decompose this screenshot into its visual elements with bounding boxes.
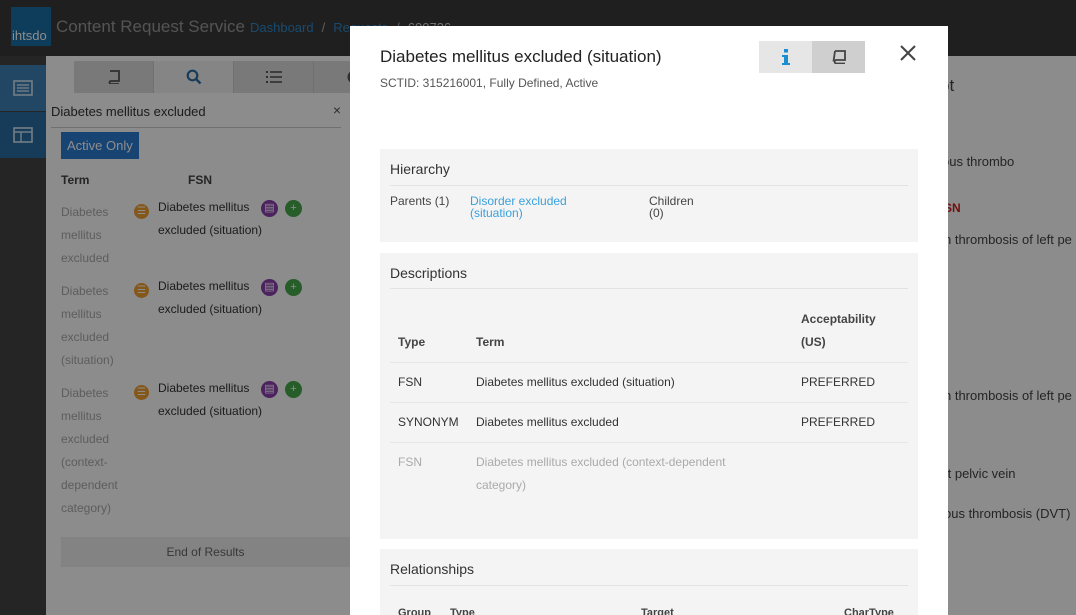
column-header-type: Type [398,335,426,349]
relationships-section: Relationships Group Type Target CharType [380,549,918,615]
modal-subtitle: SCTID: 315216001, Fully Defined, Active [380,76,599,90]
details-view-button[interactable] [759,41,812,73]
column-header-target: Target [641,607,674,615]
description-acceptability: PREFERRED [801,415,876,429]
book-icon [832,50,846,64]
column-header-type: Type [450,607,475,615]
divider [390,288,908,289]
description-type: SYNONYM [398,415,459,429]
description-term: Diabetes mellitus excluded [476,415,619,429]
close-icon[interactable] [898,43,918,63]
description-acceptability: PREFERRED [801,375,876,389]
descriptions-title: Descriptions [390,265,468,281]
divider [390,585,908,586]
description-row: FSN Diabetes mellitus excluded (context-… [390,442,908,506]
children-label: Children (0) [649,194,694,220]
concept-details-modal: Diabetes mellitus excluded (situation) S… [350,26,948,615]
parents-label: Parents (1) [390,194,450,208]
description-term: Diabetes mellitus excluded (context-depe… [476,455,726,492]
hierarchy-section: Hierarchy Parents (1) Disorder excluded … [380,149,918,242]
book-view-button[interactable] [812,41,865,73]
description-row: SYNONYM Diabetes mellitus excluded PREFE… [390,402,908,442]
descriptions-section: Descriptions Type Term Acceptability (US… [380,253,918,539]
column-header-acceptability: Acceptability (US) [801,312,876,349]
column-header-term: Term [476,335,505,349]
description-term: Diabetes mellitus excluded (situation) [476,375,675,389]
modal-view-toggle [759,41,865,73]
description-row: FSN Diabetes mellitus excluded (situatio… [390,362,908,402]
relationships-title: Relationships [390,561,475,577]
column-header-chartype: CharType [844,607,894,615]
description-type: FSN [398,455,422,469]
info-icon [781,49,790,65]
column-header-group: Group [398,607,431,615]
modal-title: Diabetes mellitus excluded (situation) [380,47,662,66]
parent-concept-link[interactable]: Disorder excluded (situation) [470,195,590,219]
description-type: FSN [398,375,422,389]
divider [390,185,908,186]
hierarchy-title: Hierarchy [390,161,450,177]
